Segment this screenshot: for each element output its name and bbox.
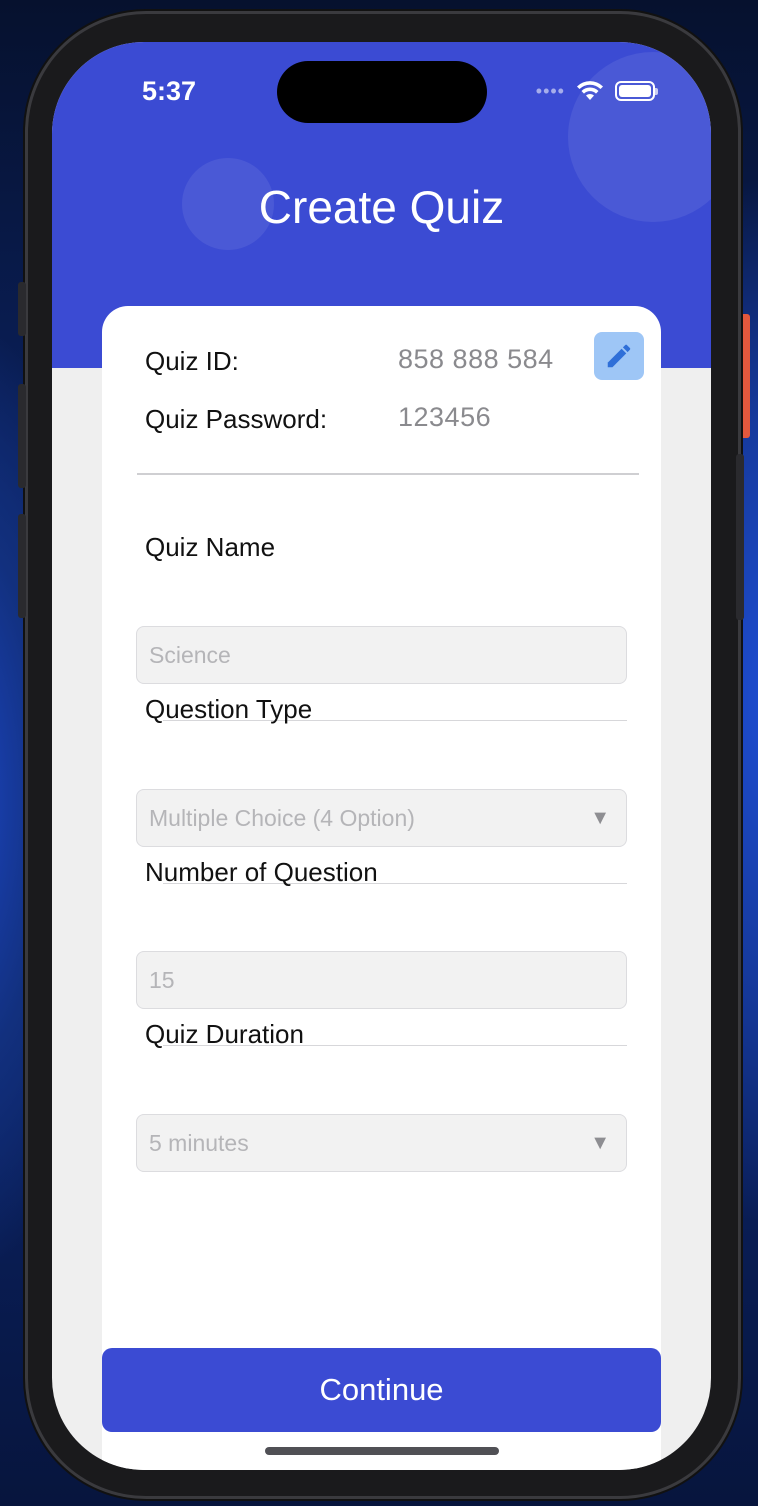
quiz-form-card: Quiz ID: 858 888 584 Quiz Password: 1234… [102,306,661,1470]
wifi-icon [577,81,603,100]
quiz-name-label: Quiz Name [145,532,276,562]
quiz-id-value: 858 888 584 [398,344,554,374]
cellular-signal-icon: •••• [535,80,565,101]
quiz-id-label: Quiz ID: [145,346,239,376]
question-type-label: Question Type [145,694,313,724]
dynamic-island [277,61,487,123]
section-divider [137,473,639,475]
quiz-duration-value: 5 minutes [149,1129,249,1156]
caret-down-icon: ▼ [590,1131,610,1154]
battery-icon [615,81,658,101]
volume-up-button [18,384,26,488]
quiz-name-input[interactable]: Science [136,626,627,684]
continue-button[interactable]: Continue [102,1348,661,1432]
volume-down-button [18,514,26,618]
status-icons: •••• [535,80,658,102]
background-window-edge [738,314,750,438]
app-screen: 5:37 •••• Create Quiz Quiz ID: 858 888 5… [52,42,711,1470]
question-type-value: Multiple Choice (4 Option) [149,804,415,831]
edit-quiz-id-button[interactable] [594,332,644,380]
number-of-question-placeholder: 15 [149,966,175,993]
power-button [736,454,744,620]
pencil-icon [607,344,631,368]
caret-down-icon: ▼ [590,806,610,829]
quiz-password-value: 123456 [398,402,492,432]
home-indicator[interactable] [265,1447,499,1455]
status-time: 5:37 [142,76,197,106]
page-title: Create Quiz [258,181,505,233]
number-of-question-input[interactable]: 15 [136,951,627,1009]
quiz-duration-label: Quiz Duration [145,1019,304,1049]
mute-switch [18,282,26,336]
quiz-name-placeholder: Science [149,641,231,668]
question-type-select[interactable]: Multiple Choice (4 Option) ▼ [136,789,627,847]
quiz-password-label: Quiz Password: [145,404,328,434]
number-of-question-label: Number of Question [145,857,378,887]
quiz-duration-select[interactable]: 5 minutes ▼ [136,1114,627,1172]
